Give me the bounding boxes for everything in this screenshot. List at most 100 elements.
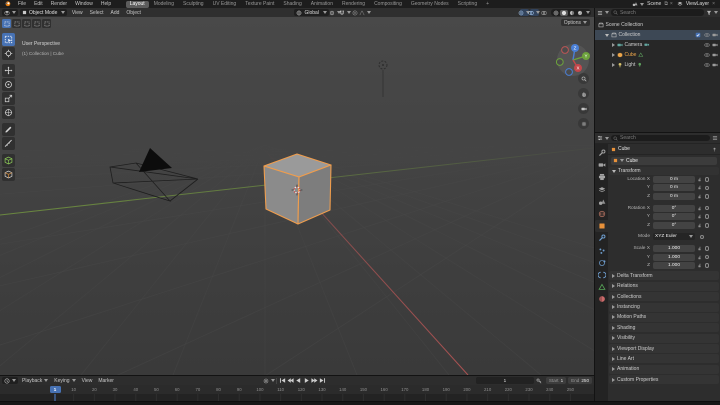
- animate-dot-icon[interactable]: [704, 177, 710, 182]
- panel-collections[interactable]: Collections: [609, 292, 719, 302]
- pan-button[interactable]: [578, 88, 589, 99]
- rotation-x-field[interactable]: 0°: [653, 204, 695, 212]
- lock-icon[interactable]: [697, 263, 702, 268]
- workspace-tab-shading[interactable]: Shading: [279, 1, 305, 8]
- pin-icon[interactable]: [712, 147, 717, 152]
- outliner-row-camera[interactable]: Camera: [595, 40, 720, 50]
- new-scene-icon[interactable]: ⧉: [664, 1, 668, 7]
- animate-dot-icon[interactable]: [704, 185, 710, 191]
- menu-render[interactable]: Render: [47, 0, 71, 8]
- animate-dot-icon[interactable]: [704, 222, 710, 228]
- editor-type-button[interactable]: [2, 9, 18, 16]
- close-scene-icon[interactable]: ×: [670, 1, 673, 7]
- animate-dot-icon[interactable]: [704, 263, 710, 268]
- properties-tab-render[interactable]: [595, 159, 608, 171]
- timeline-menu-playback[interactable]: Playback: [19, 378, 51, 384]
- camera-toggle-icon[interactable]: [712, 62, 718, 68]
- lock-icon[interactable]: [697, 185, 702, 190]
- panel-visibility[interactable]: Visibility: [609, 333, 719, 343]
- workspace-tab-scripting[interactable]: Scripting: [454, 1, 481, 8]
- options-button[interactable]: Options: [560, 19, 590, 26]
- camera-toggle-icon[interactable]: [712, 52, 718, 58]
- scale-x-field[interactable]: 1.000: [653, 244, 695, 252]
- animate-dot-icon[interactable]: [704, 246, 710, 251]
- object-name-field[interactable]: Cube: [611, 156, 717, 165]
- select-mode-set-button[interactable]: [2, 19, 11, 28]
- timeline-menu-marker[interactable]: Marker: [95, 378, 117, 384]
- panel-shading[interactable]: Shading: [609, 323, 719, 333]
- properties-tab-object[interactable]: [595, 220, 608, 233]
- lock-icon[interactable]: [697, 214, 702, 219]
- outliner-row-cube[interactable]: Cube: [595, 50, 720, 60]
- frame-end-field[interactable]: End 250: [568, 377, 592, 384]
- animate-dot-icon[interactable]: [704, 205, 710, 211]
- options-bars-icon[interactable]: [712, 135, 718, 141]
- jump-to-next-keyframe-button[interactable]: [311, 377, 319, 384]
- shading-wireframe-button[interactable]: [552, 10, 560, 16]
- tool-scale-button[interactable]: [2, 92, 15, 105]
- workspace-tab-geometry-nodes[interactable]: Geometry Nodes: [407, 1, 453, 8]
- zoom-button[interactable]: [578, 73, 589, 84]
- properties-tab-output[interactable]: [595, 171, 608, 183]
- workspace-tab-texture-paint[interactable]: Texture Paint: [241, 1, 278, 8]
- z-field[interactable]: 1.000: [653, 262, 695, 270]
- auto-keying-toggle[interactable]: [263, 377, 275, 384]
- workspace-tab-animation[interactable]: Animation: [307, 1, 337, 8]
- transform-panel-header[interactable]: Transform: [609, 167, 719, 175]
- panel-animation[interactable]: Animation: [609, 364, 719, 374]
- properties-tab-tool[interactable]: [595, 147, 608, 159]
- jump-to-end-button[interactable]: [319, 377, 327, 384]
- viewport-canvas[interactable]: Options User Perspective (1) Collection …: [0, 17, 594, 375]
- close-view-layer-icon[interactable]: ×: [712, 1, 715, 7]
- panel-viewport-display[interactable]: Viewport Display: [609, 344, 719, 354]
- tool-annotate-button[interactable]: [2, 123, 15, 136]
- shading-material-button[interactable]: [568, 10, 576, 16]
- display-mode-icon[interactable]: [597, 10, 603, 16]
- outliner-row-collection[interactable]: Collection: [595, 30, 720, 40]
- light-object[interactable]: [378, 60, 388, 97]
- panel-custom-properties[interactable]: Custom Properties: [609, 375, 719, 385]
- select-mode-invert-button[interactable]: [32, 19, 41, 28]
- outliner-row-scene-collection[interactable]: Scene Collection: [595, 20, 720, 30]
- y-field[interactable]: 0°: [653, 213, 695, 221]
- jump-to-start-button[interactable]: [279, 377, 287, 384]
- workspace-tab-modeling[interactable]: Modeling: [150, 1, 178, 8]
- outliner-row-light[interactable]: Light: [595, 60, 720, 70]
- tool-measure-button[interactable]: [2, 137, 15, 150]
- transform-orientation-dropdown[interactable]: Global: [294, 9, 329, 16]
- panel-line-art[interactable]: Line Art: [609, 354, 719, 364]
- show-overlays-toggle[interactable]: [528, 9, 541, 16]
- properties-tab-physics[interactable]: [595, 257, 608, 269]
- eye-toggle-icon[interactable]: [703, 62, 710, 68]
- y-field[interactable]: 0 m: [653, 184, 695, 192]
- eye-toggle-icon[interactable]: [703, 32, 710, 38]
- animate-dot-icon[interactable]: [704, 254, 710, 260]
- lock-icon[interactable]: [697, 194, 702, 199]
- tool-move-button[interactable]: [2, 64, 15, 77]
- properties-tab-view-layer[interactable]: [595, 184, 608, 196]
- z-field[interactable]: 0°: [653, 221, 695, 229]
- workspace-tab-compositing[interactable]: Compositing: [370, 1, 406, 8]
- panel-delta-transform[interactable]: Delta Transform: [609, 271, 719, 281]
- lock-icon[interactable]: [697, 206, 702, 211]
- navigation-gizmo[interactable]: Z Y X: [556, 43, 590, 77]
- timeline-editor-type-button[interactable]: [2, 377, 18, 384]
- keying-set-button[interactable]: [534, 377, 543, 384]
- tool-transform-button[interactable]: [2, 106, 15, 119]
- tool-cursor-button[interactable]: [2, 47, 15, 60]
- menu-window[interactable]: Window: [71, 0, 97, 8]
- workspace-tab-layout[interactable]: Layout: [125, 0, 149, 8]
- checkbox-toggle-icon[interactable]: [695, 32, 701, 38]
- eye-toggle-icon[interactable]: [703, 52, 710, 58]
- viewport-menu-view[interactable]: View: [68, 10, 86, 16]
- menu-edit[interactable]: Edit: [30, 0, 47, 8]
- tool-rotate-button[interactable]: [2, 78, 15, 91]
- select-mode-intersect-button[interactable]: [42, 19, 51, 28]
- properties-tab-object-data[interactable]: [595, 281, 608, 293]
- viewport-menu-select[interactable]: Select: [86, 10, 107, 16]
- tool-add-cube-button[interactable]: [2, 154, 15, 167]
- properties-tab-scene[interactable]: [595, 196, 608, 208]
- view-layer-selector[interactable]: ViewLayer ×: [677, 1, 715, 7]
- timeline-ruler[interactable]: 1102030405060708090100110120130140150160…: [0, 385, 594, 394]
- eye-toggle-icon[interactable]: [703, 42, 710, 48]
